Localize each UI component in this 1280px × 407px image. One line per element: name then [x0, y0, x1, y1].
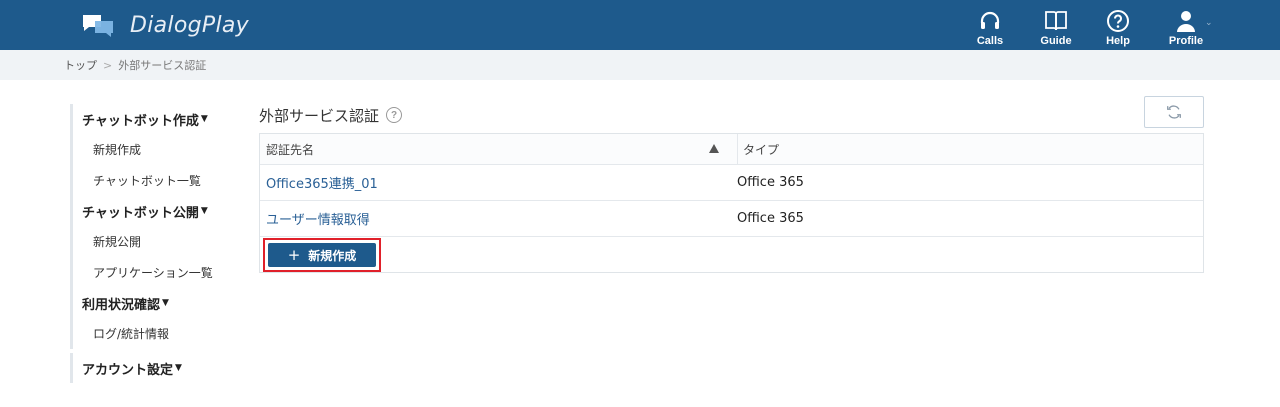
nav-guide-label: Guide [1040, 35, 1072, 47]
new-button-highlight: + 新規作成 [263, 238, 381, 272]
sidebar-heading-account[interactable]: アカウント設定 ▼ [82, 353, 240, 383]
sidebar-group-chatbot-create: チャットボット作成 ▼ 新規作成 チャットボット一覧 [70, 104, 240, 196]
user-icon [1177, 11, 1195, 32]
sidebar-group-chatbot-publish: チャットボット公開 ▼ 新規公開 アプリケーション一覧 [70, 196, 240, 288]
new-create-button[interactable]: + 新規作成 [268, 243, 376, 267]
nav-profile[interactable]: Profile [1164, 0, 1208, 50]
top-header: DialogPlay Calls Guide Help Profile ⌄ [0, 0, 1280, 50]
sidebar-item-chatbot-list[interactable]: チャットボット一覧 [82, 165, 240, 196]
chevron-down-icon[interactable]: ⌄ [1205, 18, 1213, 28]
breadcrumb: トップ > 外部サービス認証 [0, 50, 1280, 80]
sidebar-heading-label: チャットボット公開 [82, 205, 199, 221]
column-header-type[interactable]: タイプ [737, 134, 1197, 164]
sidebar-heading-label: 利用状況確認 [82, 297, 161, 313]
nav-calls[interactable]: Calls [972, 0, 1008, 50]
auth-type: Office 365 [737, 211, 804, 226]
sidebar: チャットボット作成 ▼ 新規作成 チャットボット一覧 チャットボット公開 ▼ 新規公… [70, 104, 240, 383]
sidebar-item-new-publish[interactable]: 新規公開 [82, 226, 240, 257]
new-create-button-label: 新規作成 [308, 248, 357, 263]
nav-calls-label: Calls [976, 35, 1004, 47]
sidebar-heading-chatbot-publish[interactable]: チャットボット公開 ▼ [82, 196, 240, 226]
app-name: DialogPlay [130, 12, 249, 38]
app-logo[interactable]: DialogPlay [80, 8, 249, 42]
caret-down-icon: ▼ [200, 206, 208, 216]
auth-table: 認証先名 タイプ Office365連携_01 Office 365 ユーザー情… [259, 133, 1204, 273]
breadcrumb-current: 外部サービス認証 [118, 59, 207, 72]
sidebar-group-account: アカウント設定 ▼ [70, 353, 240, 383]
book-icon [1045, 11, 1067, 31]
page-title-text: 外部サービス認証 [259, 106, 380, 125]
chat-bubbles-icon [83, 15, 113, 37]
auth-type: Office 365 [737, 175, 804, 190]
caret-down-icon: ▼ [200, 114, 208, 124]
sort-ascending-icon[interactable] [709, 144, 719, 153]
sidebar-item-logs-stats[interactable]: ログ/統計情報 [82, 318, 240, 349]
sidebar-heading-label: アカウント設定 [82, 362, 174, 378]
help-icon[interactable]: ? [386, 107, 403, 123]
headset-icon [980, 11, 1000, 29]
page-title: 外部サービス認証 ? [259, 103, 403, 127]
auth-name-link[interactable]: ユーザー情報取得 [266, 201, 726, 236]
table-row: Office365連携_01 Office 365 [260, 165, 1203, 201]
nav-guide[interactable]: Guide [1038, 0, 1074, 50]
sidebar-group-usage: 利用状況確認 ▼ ログ/統計情報 [70, 288, 240, 349]
table-row: ユーザー情報取得 Office 365 [260, 201, 1203, 237]
sidebar-heading-label: チャットボット作成 [82, 113, 199, 129]
refresh-icon [1167, 105, 1181, 119]
table-header-row: 認証先名 タイプ [260, 134, 1203, 165]
nav-profile-label: Profile [1168, 35, 1204, 47]
plus-icon: + [287, 245, 301, 264]
auth-name-link[interactable]: Office365連携_01 [266, 165, 726, 200]
sidebar-item-application-list[interactable]: アプリケーション一覧 [82, 257, 240, 288]
sidebar-heading-usage[interactable]: 利用状況確認 ▼ [82, 288, 240, 318]
nav-help-label: Help [1106, 35, 1130, 47]
sidebar-heading-chatbot-create[interactable]: チャットボット作成 ▼ [82, 104, 240, 134]
breadcrumb-home[interactable]: トップ [64, 57, 97, 73]
caret-down-icon: ▼ [162, 298, 169, 308]
column-header-name[interactable]: 認証先名 [266, 134, 726, 164]
caret-down-icon: ▼ [175, 363, 182, 373]
sidebar-item-new-chatbot[interactable]: 新規作成 [82, 134, 240, 165]
refresh-button[interactable] [1144, 96, 1204, 128]
breadcrumb-separator: > [103, 58, 113, 72]
question-icon [1107, 10, 1129, 32]
nav-help[interactable]: Help [1100, 0, 1136, 50]
